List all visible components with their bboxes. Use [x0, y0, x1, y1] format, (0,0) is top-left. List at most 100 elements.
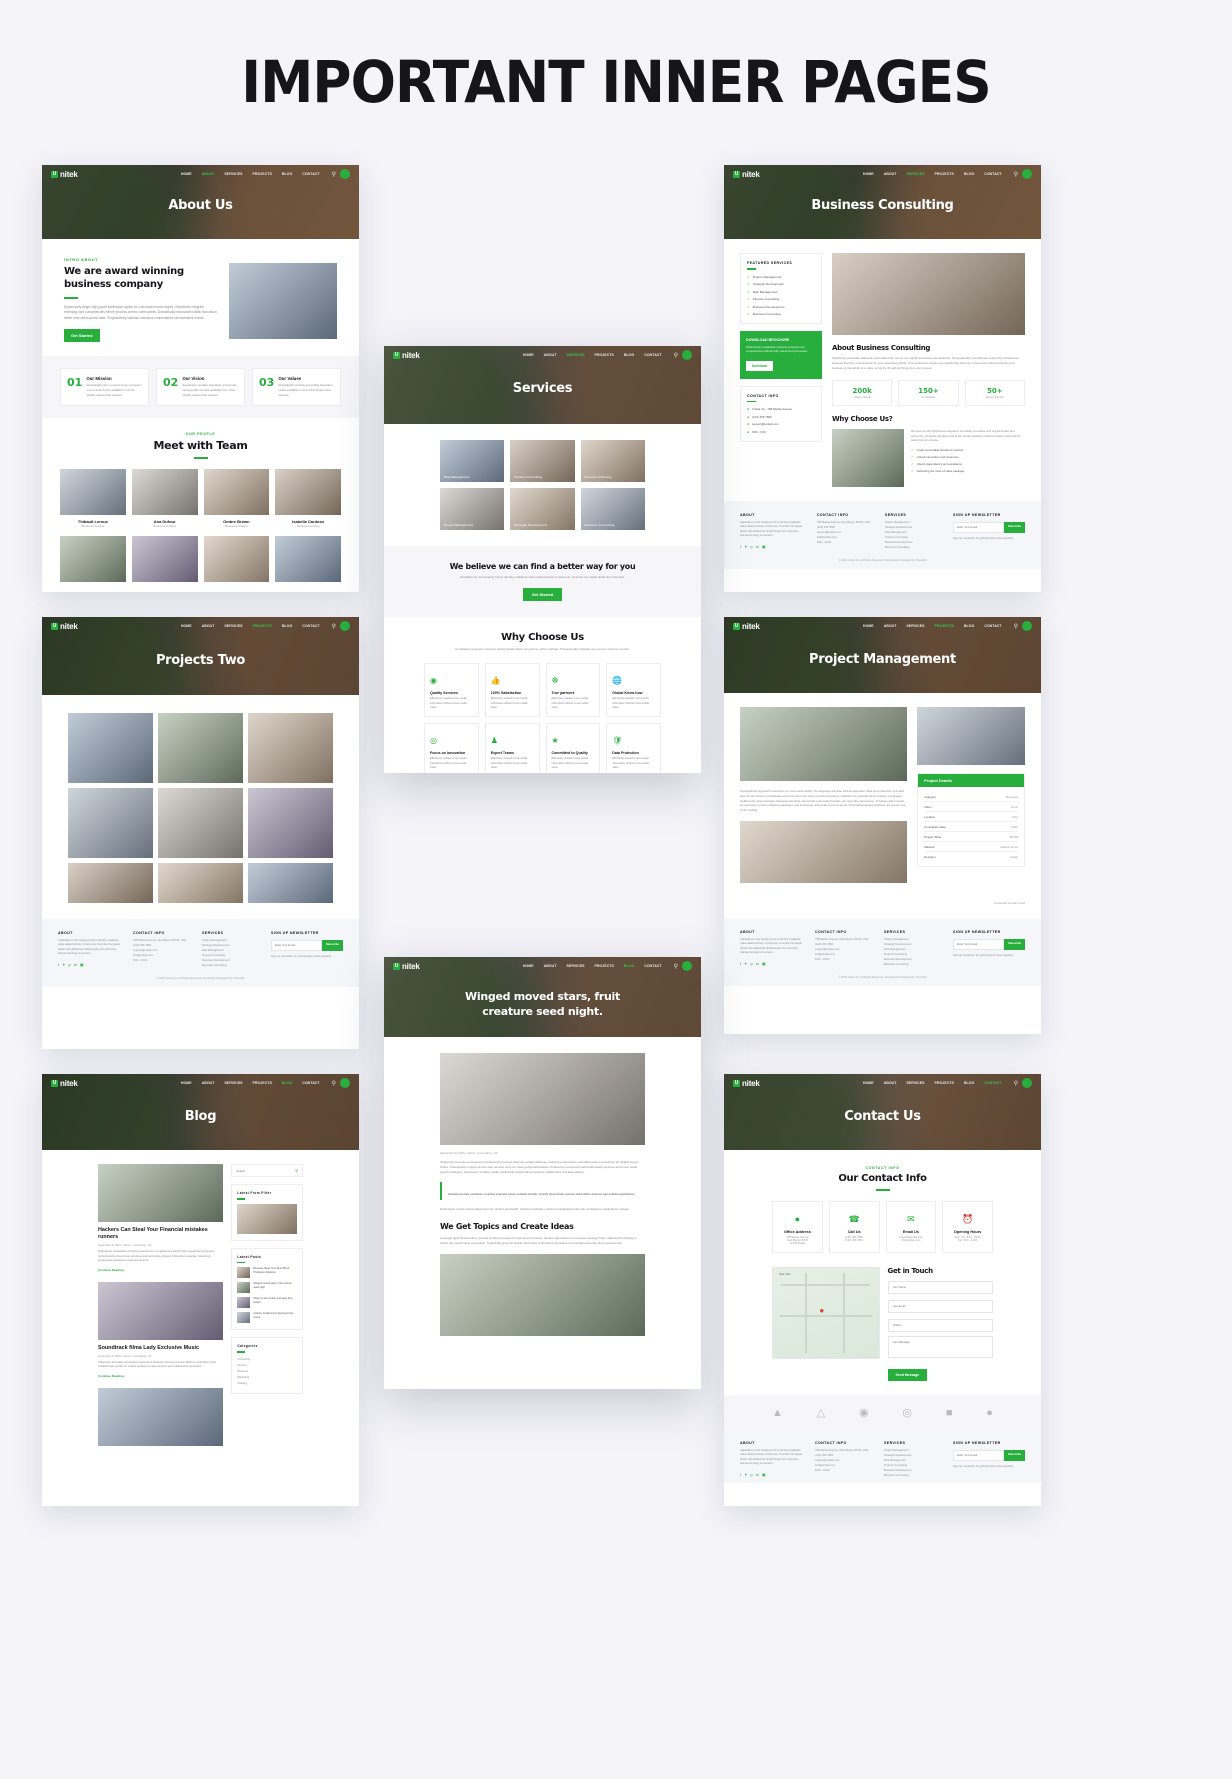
footer-service-item[interactable]: Business Development [885, 541, 943, 544]
project-tile[interactable] [68, 863, 153, 903]
send-message-button[interactable]: Send Message [887, 1369, 928, 1381]
nav-item-contact[interactable]: CONTACT [302, 1081, 319, 1085]
nav-links[interactable]: HOME ABOUT SERVICES PROJECTS BLOG CONTAC… [181, 624, 320, 628]
facebook-icon[interactable]: f [58, 962, 59, 967]
nav-item-contact[interactable]: CONTACT [302, 172, 319, 176]
nav-item-home[interactable]: HOME [523, 353, 534, 357]
footer-service-item[interactable]: Finance Consulting [202, 954, 262, 957]
phone-icon[interactable] [340, 1078, 350, 1088]
nav-item-services[interactable]: SERVICES [906, 1081, 924, 1085]
nav-item-contact[interactable]: CONTACT [984, 624, 1001, 628]
blog-post[interactable]: Hackers Can Steal Your Financial mistake… [98, 1164, 224, 1272]
newsletter-input[interactable] [953, 939, 1004, 950]
footer-service-item[interactable]: Project Management [884, 1449, 944, 1452]
logo[interactable]: U nitek [733, 622, 760, 631]
footer-service-item[interactable]: Risk Management [884, 948, 944, 951]
service-item[interactable]: Project Management [753, 275, 782, 279]
nav-item-home[interactable]: HOME [181, 1081, 192, 1085]
footer-service-item[interactable]: Risk Management [885, 531, 943, 534]
nav-links[interactable]: HOME ABOUT SERVICES PROJECTS BLOG CONTAC… [863, 1081, 1002, 1085]
nav-item-blog[interactable]: BLOG [624, 353, 634, 357]
service-item[interactable]: Risk Management [753, 290, 778, 294]
nav-item-contact[interactable]: CONTACT [984, 172, 1001, 176]
feature-card[interactable]: 🛡 Data Protection Effectively unleash cr… [606, 723, 661, 773]
nav-item-contact[interactable]: CONTACT [644, 353, 661, 357]
nav-item-blog[interactable]: BLOG [964, 624, 974, 628]
navbar[interactable]: U nitek HOME ABOUT SERVICES PROJECTS BLO… [724, 617, 1041, 635]
facebook-icon[interactable]: f [740, 544, 741, 549]
newsletter-subscribe-button[interactable]: Subscribe [322, 940, 343, 951]
nav-item-blog[interactable]: BLOG [282, 624, 292, 628]
nav-item-home[interactable]: HOME [523, 964, 534, 968]
blog-post[interactable]: Soundtrack filma Lady Exclusive Music Se… [98, 1281, 224, 1378]
footer-service-item[interactable]: Strategic Development [885, 526, 943, 529]
service-item[interactable]: Strategic Development [753, 282, 784, 286]
nav-item-home[interactable]: HOME [863, 1081, 874, 1085]
featured-services-list[interactable]: ✓ Project Management ✓ Strategic Developme… [747, 275, 815, 317]
nav-item-services[interactable]: SERVICES [566, 964, 584, 968]
phone-icon[interactable] [340, 169, 350, 179]
search-icon[interactable]: ⚲ [1014, 171, 1018, 178]
nav-item-about[interactable]: ABOUT [884, 624, 897, 628]
value-card[interactable]: 02 Our Vision Seamlessly visualize stand… [156, 368, 245, 406]
nav-links[interactable]: HOME ABOUT SERVICES PROJECTS BLOG CONTAC… [523, 964, 662, 968]
nav-item-projects[interactable]: PROJECTS [935, 624, 954, 628]
footer-service-item[interactable]: Strategic Development [884, 1454, 944, 1457]
latest-post-item[interactable]: Winged moved stars, fruit creature seed … [237, 1282, 297, 1293]
footer-service-item[interactable]: Business Development [202, 959, 262, 962]
latest-post-item[interactable]: Object of the perfect and deep dive insi… [237, 1297, 297, 1308]
nav-item-services[interactable]: SERVICES [906, 624, 924, 628]
contact-card[interactable]: ☎ Call Us (123) 456 7890 (123) 456 7891 [828, 1201, 880, 1253]
nav-item-blog[interactable]: BLOG [282, 1081, 292, 1085]
search-icon[interactable]: ⚲ [332, 623, 336, 630]
nav-item-services[interactable]: SERVICES [906, 172, 924, 176]
continue-reading-link[interactable]: Continue Reading [98, 1374, 223, 1378]
latest-post-title[interactable]: Industry testified only deployed inter-b… [253, 1312, 297, 1323]
footer-service-item[interactable]: Project Management [884, 938, 944, 941]
nav-item-projects[interactable]: PROJECTS [935, 172, 954, 176]
newsletter-input[interactable] [271, 940, 322, 951]
navbar[interactable]: U nitek HOME ABOUT SERVICES PROJECTS BLO… [384, 346, 701, 364]
team-member[interactable]: Ana Dufour Business Analyst [131, 468, 198, 528]
search-widget[interactable]: ⚲ [231, 1164, 303, 1177]
footer-service-item[interactable]: Risk Management [202, 949, 262, 952]
team-member[interactable]: Ombre Brown Business Analyst [203, 468, 270, 528]
nav-item-services[interactable]: SERVICES [224, 1081, 242, 1085]
feature-card[interactable]: ◎ Focus on Innovation Effectively unleas… [424, 723, 479, 773]
logo[interactable]: U nitek [393, 351, 420, 360]
newsletter-subscribe-button[interactable]: Subscribe [1004, 939, 1025, 950]
pinterest-icon[interactable]: p [750, 961, 752, 966]
navbar[interactable]: U nitek HOME ABOUT SERVICES PROJECTS BLO… [42, 165, 359, 183]
post-title[interactable]: Soundtrack filma Lady Exclusive Music [98, 1345, 223, 1352]
logo[interactable]: U nitek [733, 1079, 760, 1088]
footer-service-item[interactable]: Business Consulting [884, 963, 944, 966]
linkedin-icon[interactable]: in [756, 544, 759, 549]
nav-item-projects[interactable]: PROJECTS [253, 1081, 272, 1085]
search-icon[interactable]: ⚲ [332, 1080, 336, 1087]
nav-links[interactable]: HOME ABOUT SERVICES PROJECTS BLOG CONTAC… [181, 172, 320, 176]
nav-item-about[interactable]: ABOUT [884, 172, 897, 176]
service-card[interactable]: Finance Consulting [510, 440, 575, 482]
continue-reading-link[interactable]: Continue Reading [98, 1268, 223, 1272]
screenshot-project-management[interactable]: U nitek HOME ABOUT SERVICES PROJECTS BLO… [724, 617, 1041, 1034]
newsletter-input[interactable] [953, 521, 1004, 533]
service-item[interactable]: Finance Consulting [753, 297, 779, 301]
subject-field[interactable] [887, 1319, 993, 1332]
nav-item-about[interactable]: ABOUT [544, 353, 557, 357]
service-card[interactable]: Strategic Development [510, 488, 575, 530]
phone-icon[interactable] [1022, 621, 1032, 631]
navbar[interactable]: U nitek HOME ABOUT SERVICES PROJECTS BLO… [384, 957, 701, 975]
service-card[interactable]: Business Consulting [580, 488, 645, 530]
project-tile[interactable] [158, 863, 243, 903]
search-icon[interactable]: ⚲ [1014, 623, 1018, 630]
logo[interactable]: U nitek [733, 170, 760, 179]
feature-card[interactable]: 🌐 Global Know-how Effectively unleash cr… [606, 663, 661, 718]
nav-item-about[interactable]: ABOUT [202, 172, 215, 176]
facebook-icon[interactable]: f [740, 1472, 741, 1477]
twitter-icon[interactable]: ✦ [744, 961, 747, 966]
footer-service-item[interactable]: Finance Consulting [885, 536, 943, 539]
linkedin-icon[interactable]: in [74, 962, 77, 967]
newsletter-subscribe-button[interactable]: Subscribe [1004, 521, 1025, 533]
navbar[interactable]: U nitek HOME ABOUT SERVICES PROJECTS BLO… [724, 1074, 1041, 1092]
footer-service-item[interactable]: Finance Consulting [884, 953, 944, 956]
